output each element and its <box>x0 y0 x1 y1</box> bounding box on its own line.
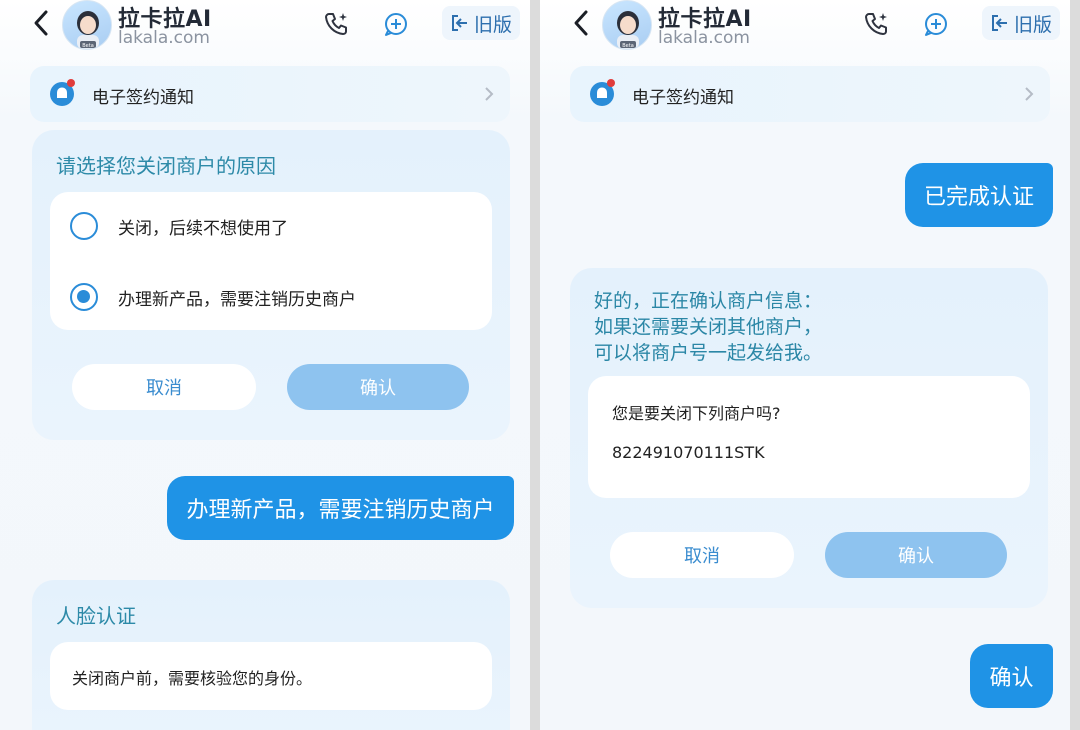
bell-icon <box>590 79 615 106</box>
assistant-reply-text: 好的，正在确认商户信息： 如果还需要关闭其他商户， 可以将商户号一起发给我。 <box>594 288 822 366</box>
old-version-button[interactable]: 旧版 <box>982 6 1060 40</box>
exit-icon <box>451 15 467 31</box>
new-chat-icon[interactable] <box>922 10 950 38</box>
confirm-button[interactable]: 确认 <box>825 532 1007 578</box>
reply-line-3: 可以将商户号一起发给我。 <box>594 342 823 364</box>
exit-icon <box>991 15 1007 31</box>
reason-option-1[interactable]: 关闭，后续不想使用了 <box>70 212 288 240</box>
app-domain: lakala.com <box>118 28 210 48</box>
chat-screen-left: Beta 拉卡拉AI lakala.com 旧版 电子签约通知 请选择您关闭商户… <box>0 0 530 730</box>
old-version-label: 旧版 <box>1013 13 1052 36</box>
notice-label: 电子签约通知 <box>92 88 194 108</box>
avatar: Beta <box>62 0 112 50</box>
cancel-button[interactable]: 取消 <box>610 532 794 578</box>
new-chat-icon[interactable] <box>382 10 410 38</box>
reply-line-2: 如果还需要关闭其他商户， <box>594 316 823 338</box>
beta-badge: Beta <box>622 43 634 49</box>
merchant-confirm-card: 好的，正在确认商户信息： 如果还需要关闭其他商户， 可以将商户号一起发给我。 您… <box>570 268 1048 608</box>
back-arrow-icon[interactable] <box>28 6 54 40</box>
top-bar: Beta 拉卡拉AI lakala.com 旧版 <box>0 0 530 58</box>
face-verify-card: 人脸认证 关闭商户前，需要核验您的身份。 <box>32 580 510 730</box>
face-verify-message: 关闭商户前，需要核验您的身份。 <box>50 642 492 710</box>
radio-unselected[interactable] <box>70 212 98 240</box>
close-reason-title: 请选择您关闭商户的原因 <box>56 154 276 178</box>
face-verify-text: 关闭商户前，需要核验您的身份。 <box>72 669 313 688</box>
confirm-question: 您是要关闭下列商户吗? <box>612 404 781 423</box>
user-message-bubble: 已完成认证 <box>905 163 1053 227</box>
old-version-label: 旧版 <box>473 13 512 36</box>
top-bar: Beta 拉卡拉AI lakala.com 旧版 <box>540 0 1070 58</box>
back-arrow-icon[interactable] <box>568 6 594 40</box>
assistant-avatar-icon: Beta <box>617 11 639 49</box>
radio-selected[interactable] <box>70 283 98 311</box>
chat-screen-right: Beta 拉卡拉AI lakala.com 旧版 电子签约通知 已完成认证 好的… <box>540 0 1070 730</box>
reply-line-1: 好的，正在确认商户信息： <box>594 290 823 312</box>
user-message-bubble: 办理新产品，需要注销历史商户 <box>167 476 514 540</box>
reason-options: 关闭，后续不想使用了 办理新产品，需要注销历史商户 <box>50 192 492 330</box>
reason-option-label: 关闭，后续不想使用了 <box>118 218 288 239</box>
confirm-button[interactable]: 确认 <box>287 364 469 410</box>
reason-option-2[interactable]: 办理新产品，需要注销历史商户 <box>70 283 356 311</box>
assistant-avatar-icon: Beta <box>77 11 99 49</box>
old-version-button[interactable]: 旧版 <box>442 6 520 40</box>
merchant-id: 822491070111STK <box>612 443 765 462</box>
bell-icon <box>50 79 75 106</box>
face-verify-title: 人脸认证 <box>56 604 136 628</box>
avatar: Beta <box>602 0 652 50</box>
reason-option-label: 办理新产品，需要注销历史商户 <box>118 289 356 310</box>
cancel-button[interactable]: 取消 <box>72 364 256 410</box>
chevron-right-icon <box>1025 87 1034 101</box>
phone-icon[interactable] <box>862 10 890 38</box>
beta-badge: Beta <box>82 43 94 49</box>
e-sign-notice-bar[interactable]: 电子签约通知 <box>570 66 1050 122</box>
merchant-info-box: 您是要关闭下列商户吗? 822491070111STK <box>588 376 1030 498</box>
app-domain: lakala.com <box>658 28 750 48</box>
user-message-bubble: 确认 <box>970 644 1053 708</box>
phone-icon[interactable] <box>322 10 350 38</box>
close-reason-card: 请选择您关闭商户的原因 关闭，后续不想使用了 办理新产品，需要注销历史商户 取消… <box>32 130 510 440</box>
notice-label: 电子签约通知 <box>632 88 734 108</box>
e-sign-notice-bar[interactable]: 电子签约通知 <box>30 66 510 122</box>
chevron-right-icon <box>485 87 494 101</box>
